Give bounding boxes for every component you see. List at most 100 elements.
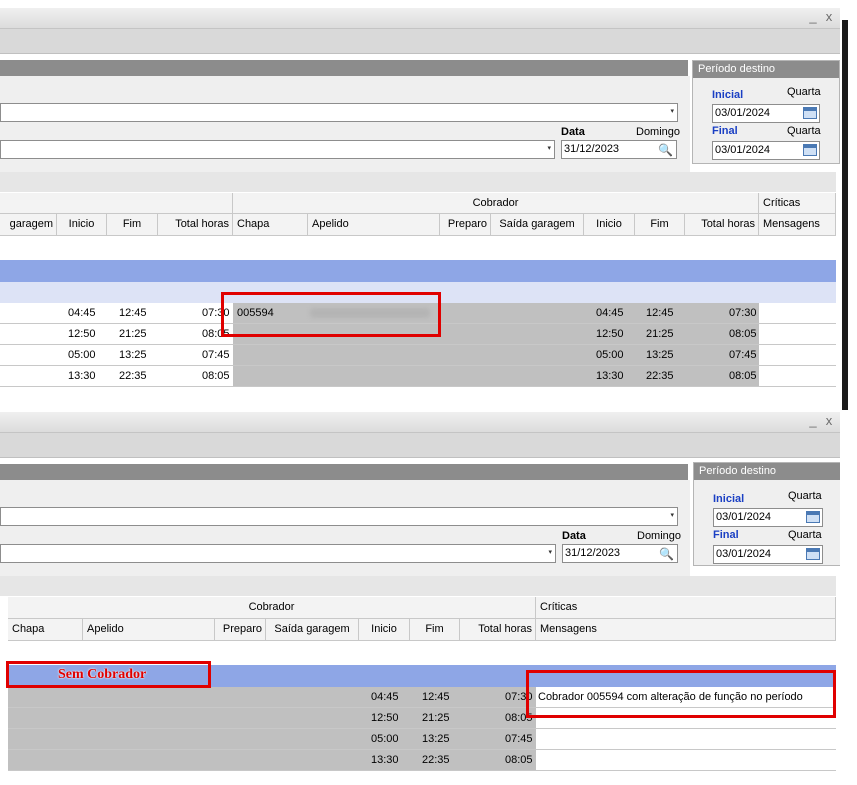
minimize-button[interactable]: _ [806,414,820,428]
col-header-cobrador-saida-garagem[interactable]: Saída garagem [491,214,584,236]
col-header-cobrador-total-horas[interactable]: Total horas [685,214,759,236]
service-combo[interactable]: ▾ [0,544,556,563]
cell-fim: 13:25 [119,349,147,361]
data-field[interactable]: 31/12/2023 🔍 [561,140,677,159]
cell-total-horas: 08:05 [202,370,230,382]
final-value: 03/01/2024 [715,144,771,156]
cell-inicio: 13:30 [371,754,399,766]
data-day: Domingo [636,126,681,138]
cell-fim: 22:35 [119,370,147,382]
col-header-apelido[interactable]: Apelido [308,214,440,236]
data-field[interactable]: 31/12/2023 🔍 [562,544,678,563]
service-combo[interactable]: ▾ [0,140,555,159]
periodo-destino-group: Período destino Inicial Quarta 03/01/202… [693,462,840,566]
close-button[interactable]: x [822,10,836,24]
col-header-preparo[interactable]: Preparo [215,619,266,641]
table-row[interactable]: 05:00 13:25 07:45 05:00 13:25 07:45 [0,345,836,366]
window-titlebar: _ x [0,8,840,29]
cell-cobrador-inicio: 04:45 [596,307,624,319]
data-day: Domingo [637,530,682,542]
cell-inicio: 13:30 [68,370,96,382]
cell-cobrador-total: 07:45 [729,349,757,361]
cell-inicio: 05:00 [371,733,399,745]
search-icon[interactable]: 🔍 [659,546,674,563]
cell-cobrador-fim: 22:35 [646,370,674,382]
cell-cobrador-fim: 13:25 [646,349,674,361]
toolbar [0,433,840,458]
window-titlebar: _ x [0,412,840,433]
col-header-inicio[interactable]: Inicio [359,619,410,641]
table-row[interactable]: 13:30 22:35 08:05 13:30 22:35 08:05 [0,366,836,387]
cell-inicio: 04:45 [68,307,96,319]
chevron-down-icon: ▾ [547,145,551,152]
toolbar [0,29,840,54]
cell-inicio: 05:00 [68,349,96,361]
cobrador-grey-block [8,750,536,770]
col-header-saida-garagem[interactable]: garagem [0,214,57,236]
col-header-total-horas[interactable]: Total horas [460,619,536,641]
top-screenshot: _ x ▾ Data Domingo ▾ 31/12/2023 🔍 Períod… [0,8,840,408]
final-label: Final [712,125,738,137]
inicial-day: Quarta [787,86,821,98]
inicial-value: 03/01/2024 [715,107,771,119]
grid-toolbar-strip [0,172,836,192]
section-header-bar [0,60,688,76]
cell-fim: 12:45 [422,691,450,703]
line-combo[interactable]: ▾ [0,507,678,526]
cell-fim: 22:35 [422,754,450,766]
chevron-down-icon: ▾ [670,512,674,519]
final-date-field[interactable]: 03/01/2024 [713,545,823,564]
final-label: Final [713,529,739,541]
col-header-apelido[interactable]: Apelido [83,619,215,641]
table-row[interactable]: 05:00 13:25 07:45 [8,729,836,750]
cell-total-horas: 07:45 [505,733,533,745]
periodo-title: Período destino [693,61,839,78]
selected-group-row[interactable] [0,260,836,282]
cobrador-grey-block [233,366,759,386]
close-button[interactable]: x [822,414,836,428]
col-header-mensagens[interactable]: Mensagens [536,619,836,641]
col-header-chapa[interactable]: Chapa [8,619,83,641]
calendar-icon[interactable] [803,144,817,156]
grid-group-cobrador: Cobrador [233,193,759,214]
cobrador-grey-block [8,729,536,749]
search-icon[interactable]: 🔍 [658,142,673,159]
cell-fim: 12:45 [119,307,147,319]
col-header-mensagens[interactable]: Mensagens [759,214,836,236]
col-header-cobrador-fim[interactable]: Fim [635,214,685,236]
col-header-chapa[interactable]: Chapa [233,214,308,236]
calendar-icon[interactable] [806,511,820,523]
cell-cobrador-total: 07:30 [729,307,757,319]
inicial-date-field[interactable]: 03/01/2024 [712,104,820,123]
col-header-fim[interactable]: Fim [410,619,460,641]
calendar-icon[interactable] [803,107,817,119]
col-header-fim[interactable]: Fim [107,214,158,236]
table-row[interactable]: 13:30 22:35 08:05 [8,750,836,771]
highlight-sem-cobrador-box [6,661,211,688]
section-header-bar [0,464,688,480]
filter-form: ▾ Data Domingo ▾ 31/12/2023 🔍 [0,76,690,172]
line-combo[interactable]: ▾ [0,103,678,122]
chevron-down-icon: ▾ [548,549,552,556]
cell-cobrador-total: 08:05 [729,370,757,382]
cell-cobrador-total: 08:05 [729,328,757,340]
col-header-inicio[interactable]: Inicio [57,214,107,236]
cell-cobrador-inicio: 05:00 [596,349,624,361]
col-header-preparo[interactable]: Preparo [440,214,491,236]
inicial-label: Inicial [713,493,745,505]
calendar-icon[interactable] [806,548,820,560]
final-date-field[interactable]: 03/01/2024 [712,141,820,160]
periodo-destino-group: Período destino Inicial Quarta 03/01/202… [692,60,840,164]
cell-cobrador-inicio: 12:50 [596,328,624,340]
cobrador-grey-block [233,345,759,365]
highlight-mensagem-box [526,670,836,718]
col-header-cobrador-inicio[interactable]: Inicio [584,214,635,236]
col-header-total-horas[interactable]: Total horas [158,214,233,236]
minimize-button[interactable]: _ [806,10,820,24]
col-header-saida-garagem[interactable]: Saída garagem [266,619,359,641]
inicial-date-field[interactable]: 03/01/2024 [713,508,823,527]
cell-inicio: 04:45 [371,691,399,703]
inicial-label: Inicial [712,89,744,101]
cell-total-horas: 08:05 [505,754,533,766]
cell-inicio: 12:50 [68,328,96,340]
